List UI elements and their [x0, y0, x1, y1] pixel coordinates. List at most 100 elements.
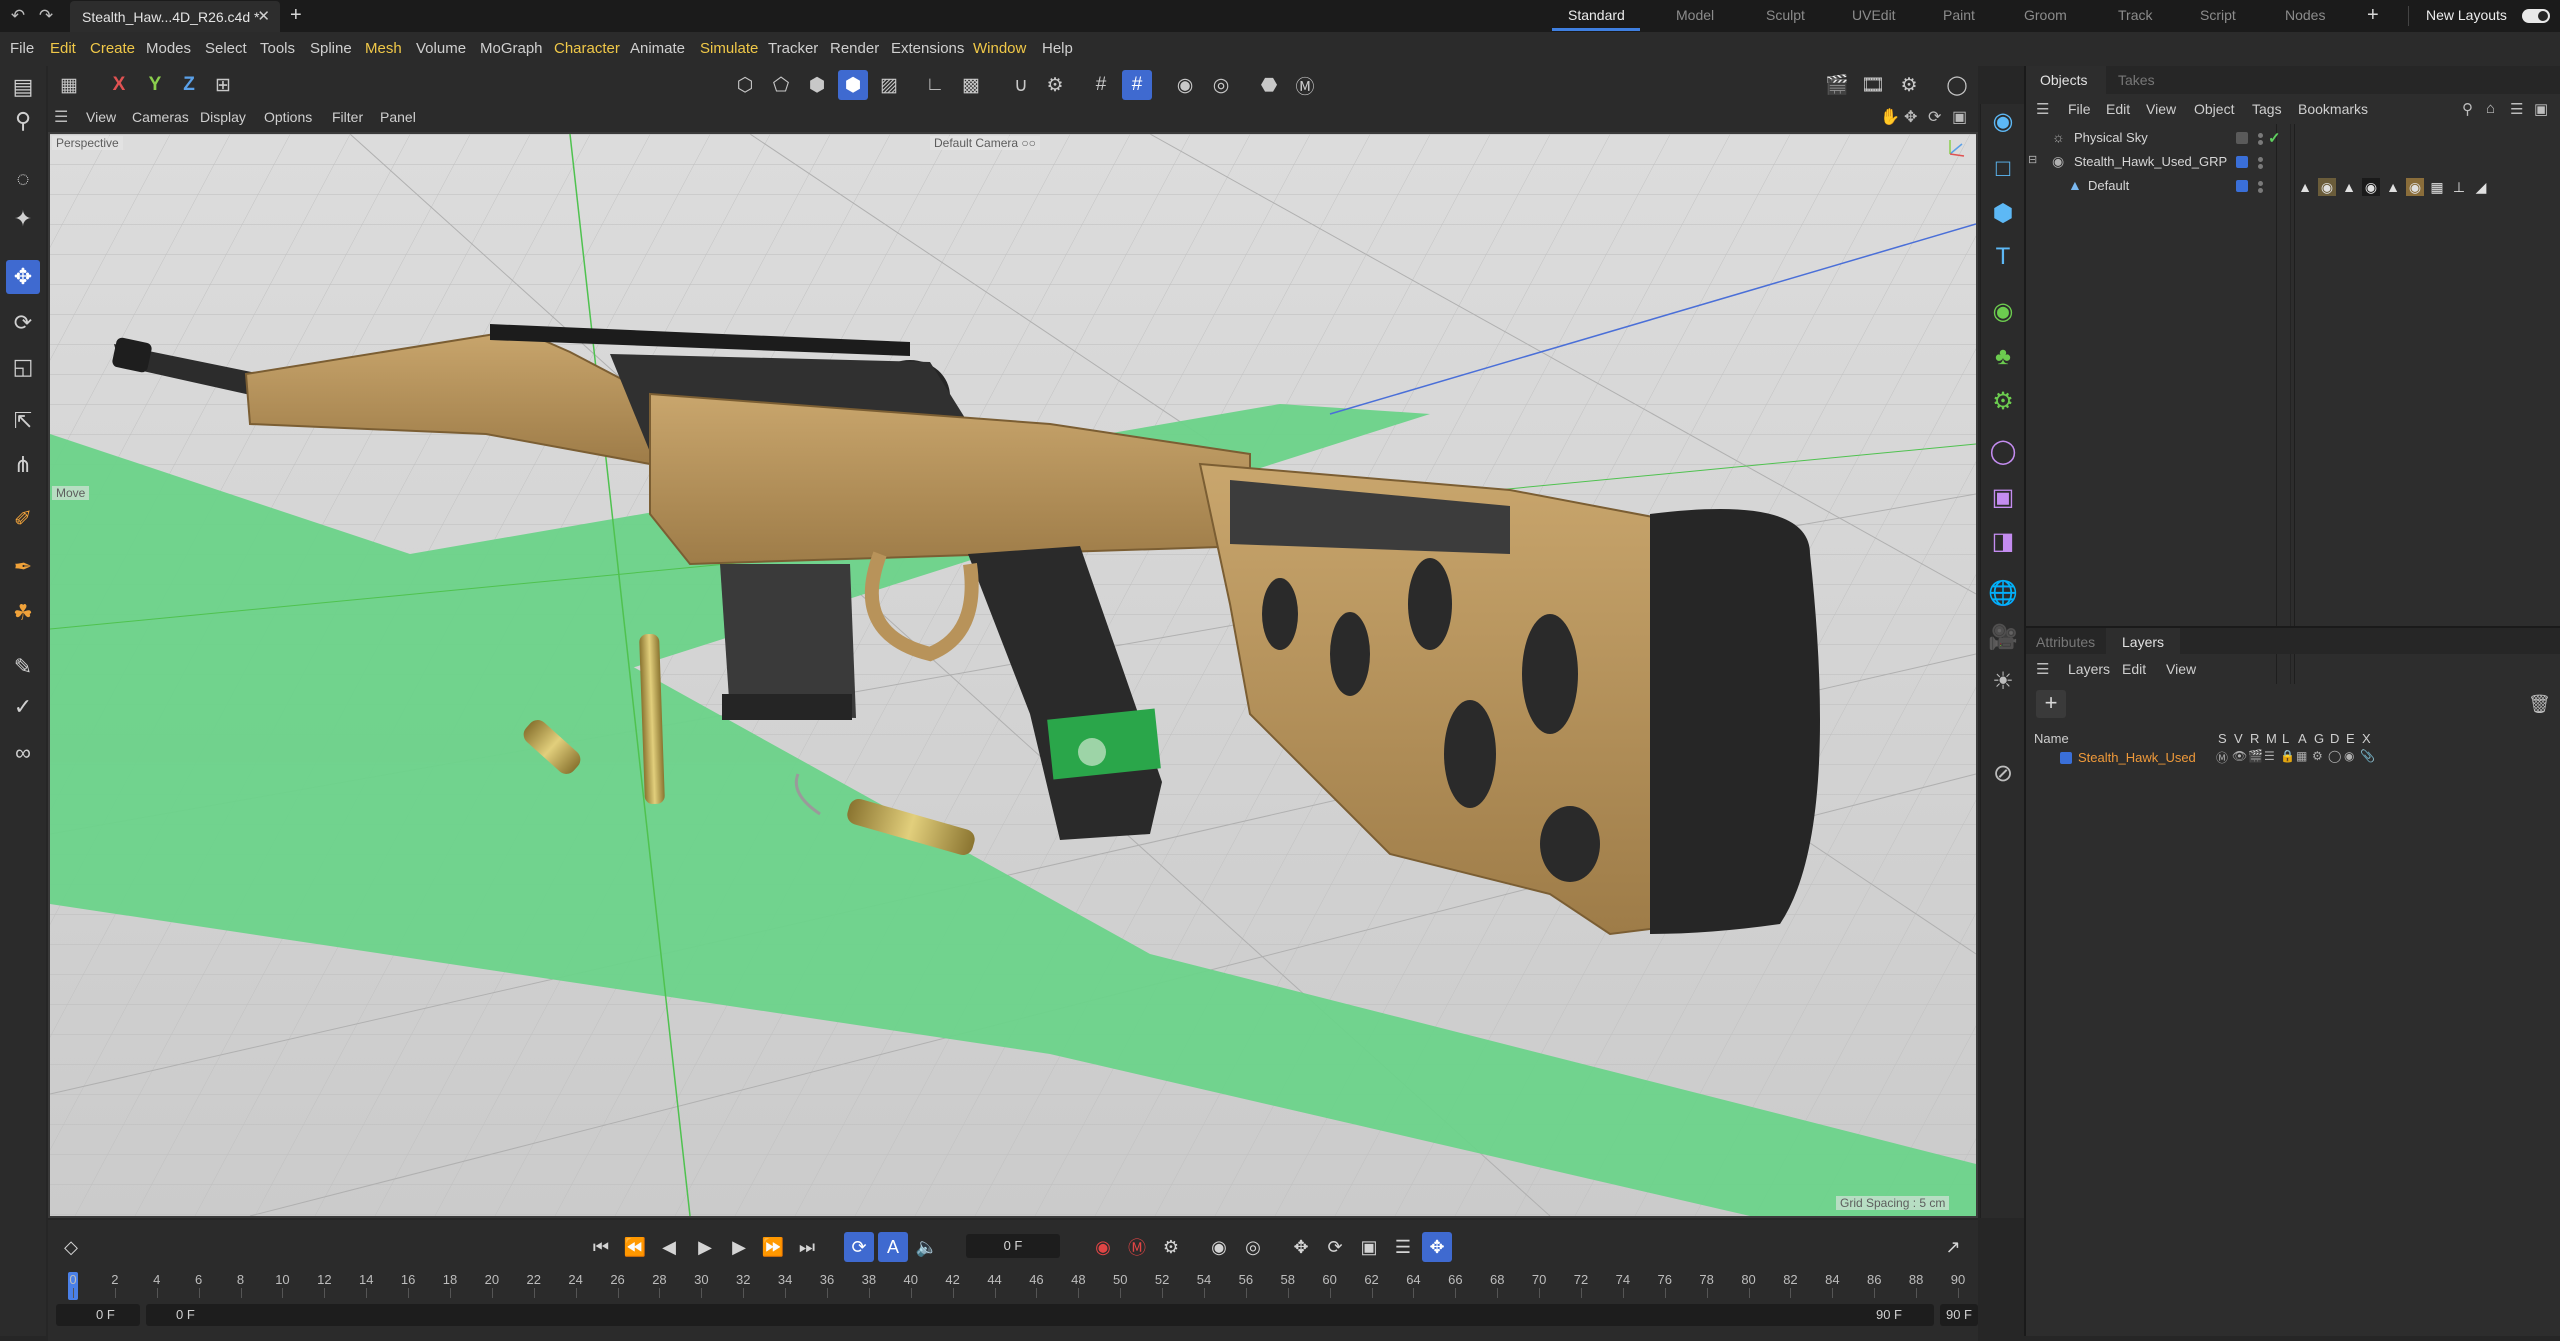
key-rotation-icon[interactable]: ◎	[1238, 1232, 1268, 1262]
preview-range-icon[interactable]: A	[878, 1232, 908, 1262]
range-start-field[interactable]: 0 F	[56, 1304, 140, 1326]
keyframe-settings-icon[interactable]: ⚙	[1156, 1232, 1186, 1262]
environment-object-icon[interactable]: 🌐	[1986, 576, 2020, 610]
loop-icon[interactable]: ⟳	[844, 1232, 874, 1262]
camera-label[interactable]: Default Camera ○○	[930, 136, 1040, 150]
viewport-menu-options[interactable]: Options	[264, 109, 312, 125]
render-settings-icon[interactable]: ⚙	[1894, 70, 1924, 100]
phong-tag-icon[interactable]: ▲	[2296, 178, 2314, 196]
layout-tab-script[interactable]: Script	[2200, 7, 2236, 23]
layout-tab-uvedit[interactable]: UVEdit	[1852, 7, 1896, 23]
autokey-icon[interactable]: Ⓜ	[1122, 1232, 1152, 1262]
list-item[interactable]: ▲ Default ▲ ◉ ▲ ◉ ▲ ◉ ▦ ⊥ ◢	[2026, 174, 2560, 198]
menu-character[interactable]: Character	[554, 40, 620, 57]
points-mode-icon[interactable]: ⬡	[730, 70, 760, 100]
layout-tab-paint[interactable]: Paint	[1943, 7, 1975, 23]
material-icon[interactable]: ⬣	[1254, 70, 1284, 100]
redo-icon[interactable]: ↷	[36, 6, 56, 26]
brush-tool-icon[interactable]: ✎	[6, 650, 40, 684]
render-view-icon[interactable]: 🎬	[1822, 70, 1852, 100]
record-icon[interactable]: ◉	[1088, 1232, 1118, 1262]
previous-frame-icon[interactable]: ◀	[654, 1232, 684, 1262]
enabled-check-icon[interactable]: ✓	[2268, 129, 2281, 147]
menu-mograph[interactable]: MoGraph	[480, 40, 543, 57]
range-end-field[interactable]: 90 F	[1940, 1304, 1978, 1326]
layers-menu-layers[interactable]: Layers	[2068, 661, 2110, 677]
camera-rig-icon[interactable]: 🎥	[1986, 620, 2020, 654]
manager-icon[interactable]: ☰	[2264, 749, 2275, 763]
menu-simulate[interactable]: Simulate	[700, 40, 758, 57]
selection-tag-icon[interactable]: ◢	[2472, 178, 2490, 196]
viewport-render-icon[interactable]: ◎	[1206, 70, 1236, 100]
objects-menu-edit[interactable]: Edit	[2106, 101, 2130, 117]
go-to-start-icon[interactable]: ⏮	[586, 1232, 616, 1262]
generators-icon[interactable]: ⚙	[2312, 749, 2323, 763]
sketch-tool-icon[interactable]: ✒	[6, 550, 40, 584]
transform-tool-icon[interactable]: ⇱	[6, 404, 40, 438]
sculpt-tool-icon[interactable]: ☘	[6, 596, 40, 630]
new-document-icon[interactable]: +	[290, 4, 302, 27]
menu-render[interactable]: Render	[830, 40, 879, 57]
layout-tab-groom[interactable]: Groom	[2024, 7, 2067, 23]
animation-icon[interactable]: ▦	[2296, 749, 2307, 763]
key-scale-icon[interactable]: ✥	[1286, 1232, 1316, 1262]
volume-object-icon[interactable]: ◨	[1986, 524, 2020, 558]
objects-menu-tags[interactable]: Tags	[2252, 101, 2282, 117]
layer-name[interactable]: Stealth_Hawk_Used	[2078, 750, 2196, 765]
layout-tab-model[interactable]: Model	[1676, 7, 1714, 23]
add-layout-icon[interactable]: +	[2367, 4, 2379, 27]
layers-menu-edit[interactable]: Edit	[2122, 661, 2146, 677]
y-axis-lock-icon[interactable]: Y	[140, 70, 170, 100]
visibility-editor-dot[interactable]	[2258, 133, 2263, 138]
auto-icon[interactable]: Ⓜ	[1290, 70, 1320, 100]
deformers-icon[interactable]: ◯	[2328, 749, 2341, 763]
layer-row[interactable]: Stealth_Hawk_Used Ⓜ 👁 🎬 ☰ 🔒 ▦ ⚙ ◯ ◉ 📎	[2026, 746, 2560, 770]
pan-view-icon[interactable]: ✋	[1880, 107, 1900, 127]
phong-tag-icon[interactable]: ▲	[2340, 178, 2358, 196]
menu-modes[interactable]: Modes	[146, 40, 191, 57]
menu-edit[interactable]: Edit	[50, 40, 76, 57]
render-region-icon[interactable]: ◉	[1170, 70, 1200, 100]
viewport-menu-panel[interactable]: Panel	[380, 109, 416, 125]
next-frame-icon[interactable]: ▶	[724, 1232, 754, 1262]
document-tab[interactable]: Stealth_Haw...4D_R26.c4d * ✕	[70, 1, 280, 32]
layer-swatch[interactable]	[2236, 156, 2248, 168]
menu-create[interactable]: Create	[90, 40, 135, 57]
key-pla-icon[interactable]: ▣	[1354, 1232, 1384, 1262]
x-axis-lock-icon[interactable]: X	[104, 70, 134, 100]
timeline-expand-icon[interactable]: ↗	[1938, 1232, 1968, 1262]
menu-spline[interactable]: Spline	[310, 40, 352, 57]
layout-toggle[interactable]	[2522, 9, 2550, 23]
coordinate-system-icon[interactable]: ⊞	[208, 70, 238, 100]
perspective-label[interactable]: Perspective	[52, 136, 123, 150]
keyframe-diamond-icon[interactable]: ◇	[56, 1232, 86, 1262]
lock-icon[interactable]: 🔒	[2280, 749, 2295, 763]
field-object-icon[interactable]: ▣	[1986, 480, 2020, 514]
cloner-object-icon[interactable]: ♣	[1986, 340, 2020, 374]
layout-tab-track[interactable]: Track	[2118, 7, 2152, 23]
list-item[interactable]: ⊟ ◉ Stealth_Hawk_Used_GRP	[2026, 150, 2560, 174]
hamburger-icon[interactable]: ☰	[2036, 100, 2049, 118]
axis-mode-icon[interactable]: ∟	[920, 70, 950, 100]
interpolation-icon[interactable]: ✥	[1422, 1232, 1452, 1262]
edges-mode-icon[interactable]: ⬠	[766, 70, 796, 100]
z-axis-lock-icon[interactable]: Z	[174, 70, 204, 100]
snap-settings-icon[interactable]: ⚙	[1040, 70, 1070, 100]
deformer-object-icon[interactable]: ◯	[1986, 434, 2020, 468]
model-mode-icon[interactable]: ⬢	[838, 70, 868, 100]
rotate-view-icon[interactable]: ⟳	[1928, 107, 1941, 127]
layers-menu-view[interactable]: View	[2166, 661, 2196, 677]
objects-menu-file[interactable]: File	[2068, 101, 2091, 117]
objects-menu-bookmarks[interactable]: Bookmarks	[2298, 101, 2368, 117]
layer-swatch[interactable]	[2236, 180, 2248, 192]
menu-select[interactable]: Select	[205, 40, 247, 57]
tab-takes[interactable]: Takes	[2118, 72, 2155, 88]
rotate-tool-icon[interactable]: ⟳	[6, 306, 40, 340]
menu-tools[interactable]: Tools	[260, 40, 295, 57]
snapping-icon[interactable]: ∪	[1006, 70, 1036, 100]
visibility-render-dot[interactable]	[2258, 140, 2263, 145]
material-tag-icon[interactable]: ◉	[2318, 178, 2336, 196]
viewport-menu-filter[interactable]: Filter	[332, 109, 363, 125]
xref-icon[interactable]: 📎	[2360, 749, 2375, 763]
visibility-editor-dot[interactable]	[2258, 157, 2263, 162]
